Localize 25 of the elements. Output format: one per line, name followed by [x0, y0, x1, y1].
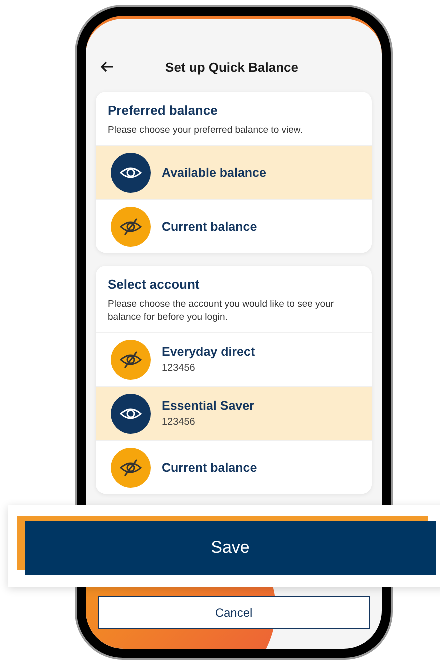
- screen-title: Set up Quick Balance: [164, 60, 300, 74]
- option-row[interactable]: Essential Saver 123456: [96, 386, 372, 440]
- eye-icon: [111, 152, 151, 192]
- eye-icon: [111, 394, 151, 434]
- section-title: Select account: [108, 277, 201, 292]
- option-label: Current balance: [162, 460, 258, 474]
- option-row[interactable]: Current balance: [96, 199, 372, 253]
- save-button[interactable]: Save: [25, 521, 436, 575]
- section-title: Preferred balance: [108, 103, 219, 118]
- option-label: Everyday direct: [162, 345, 256, 359]
- option-row[interactable]: Current balance: [96, 440, 372, 494]
- option-row[interactable]: Everyday direct 123456: [96, 332, 372, 386]
- account-number: 123456: [162, 363, 196, 374]
- eye-slash-icon: [111, 448, 151, 488]
- option-label: Essential Saver: [162, 399, 254, 413]
- cancel-button[interactable]: Cancel: [98, 596, 370, 629]
- option-row[interactable]: Available balance: [96, 145, 372, 199]
- section-description: Please choose the account you would like to see your balance for before you login.: [108, 298, 336, 324]
- back-arrow-icon[interactable]: [100, 61, 114, 73]
- eye-slash-icon: [111, 340, 151, 380]
- account-number: 123456: [162, 417, 196, 428]
- section-description: Please choose your preferred balance to view.: [108, 124, 304, 137]
- eye-slash-icon: [111, 206, 151, 246]
- option-label: Current balance: [162, 220, 258, 234]
- option-label: Available balance: [162, 166, 266, 180]
